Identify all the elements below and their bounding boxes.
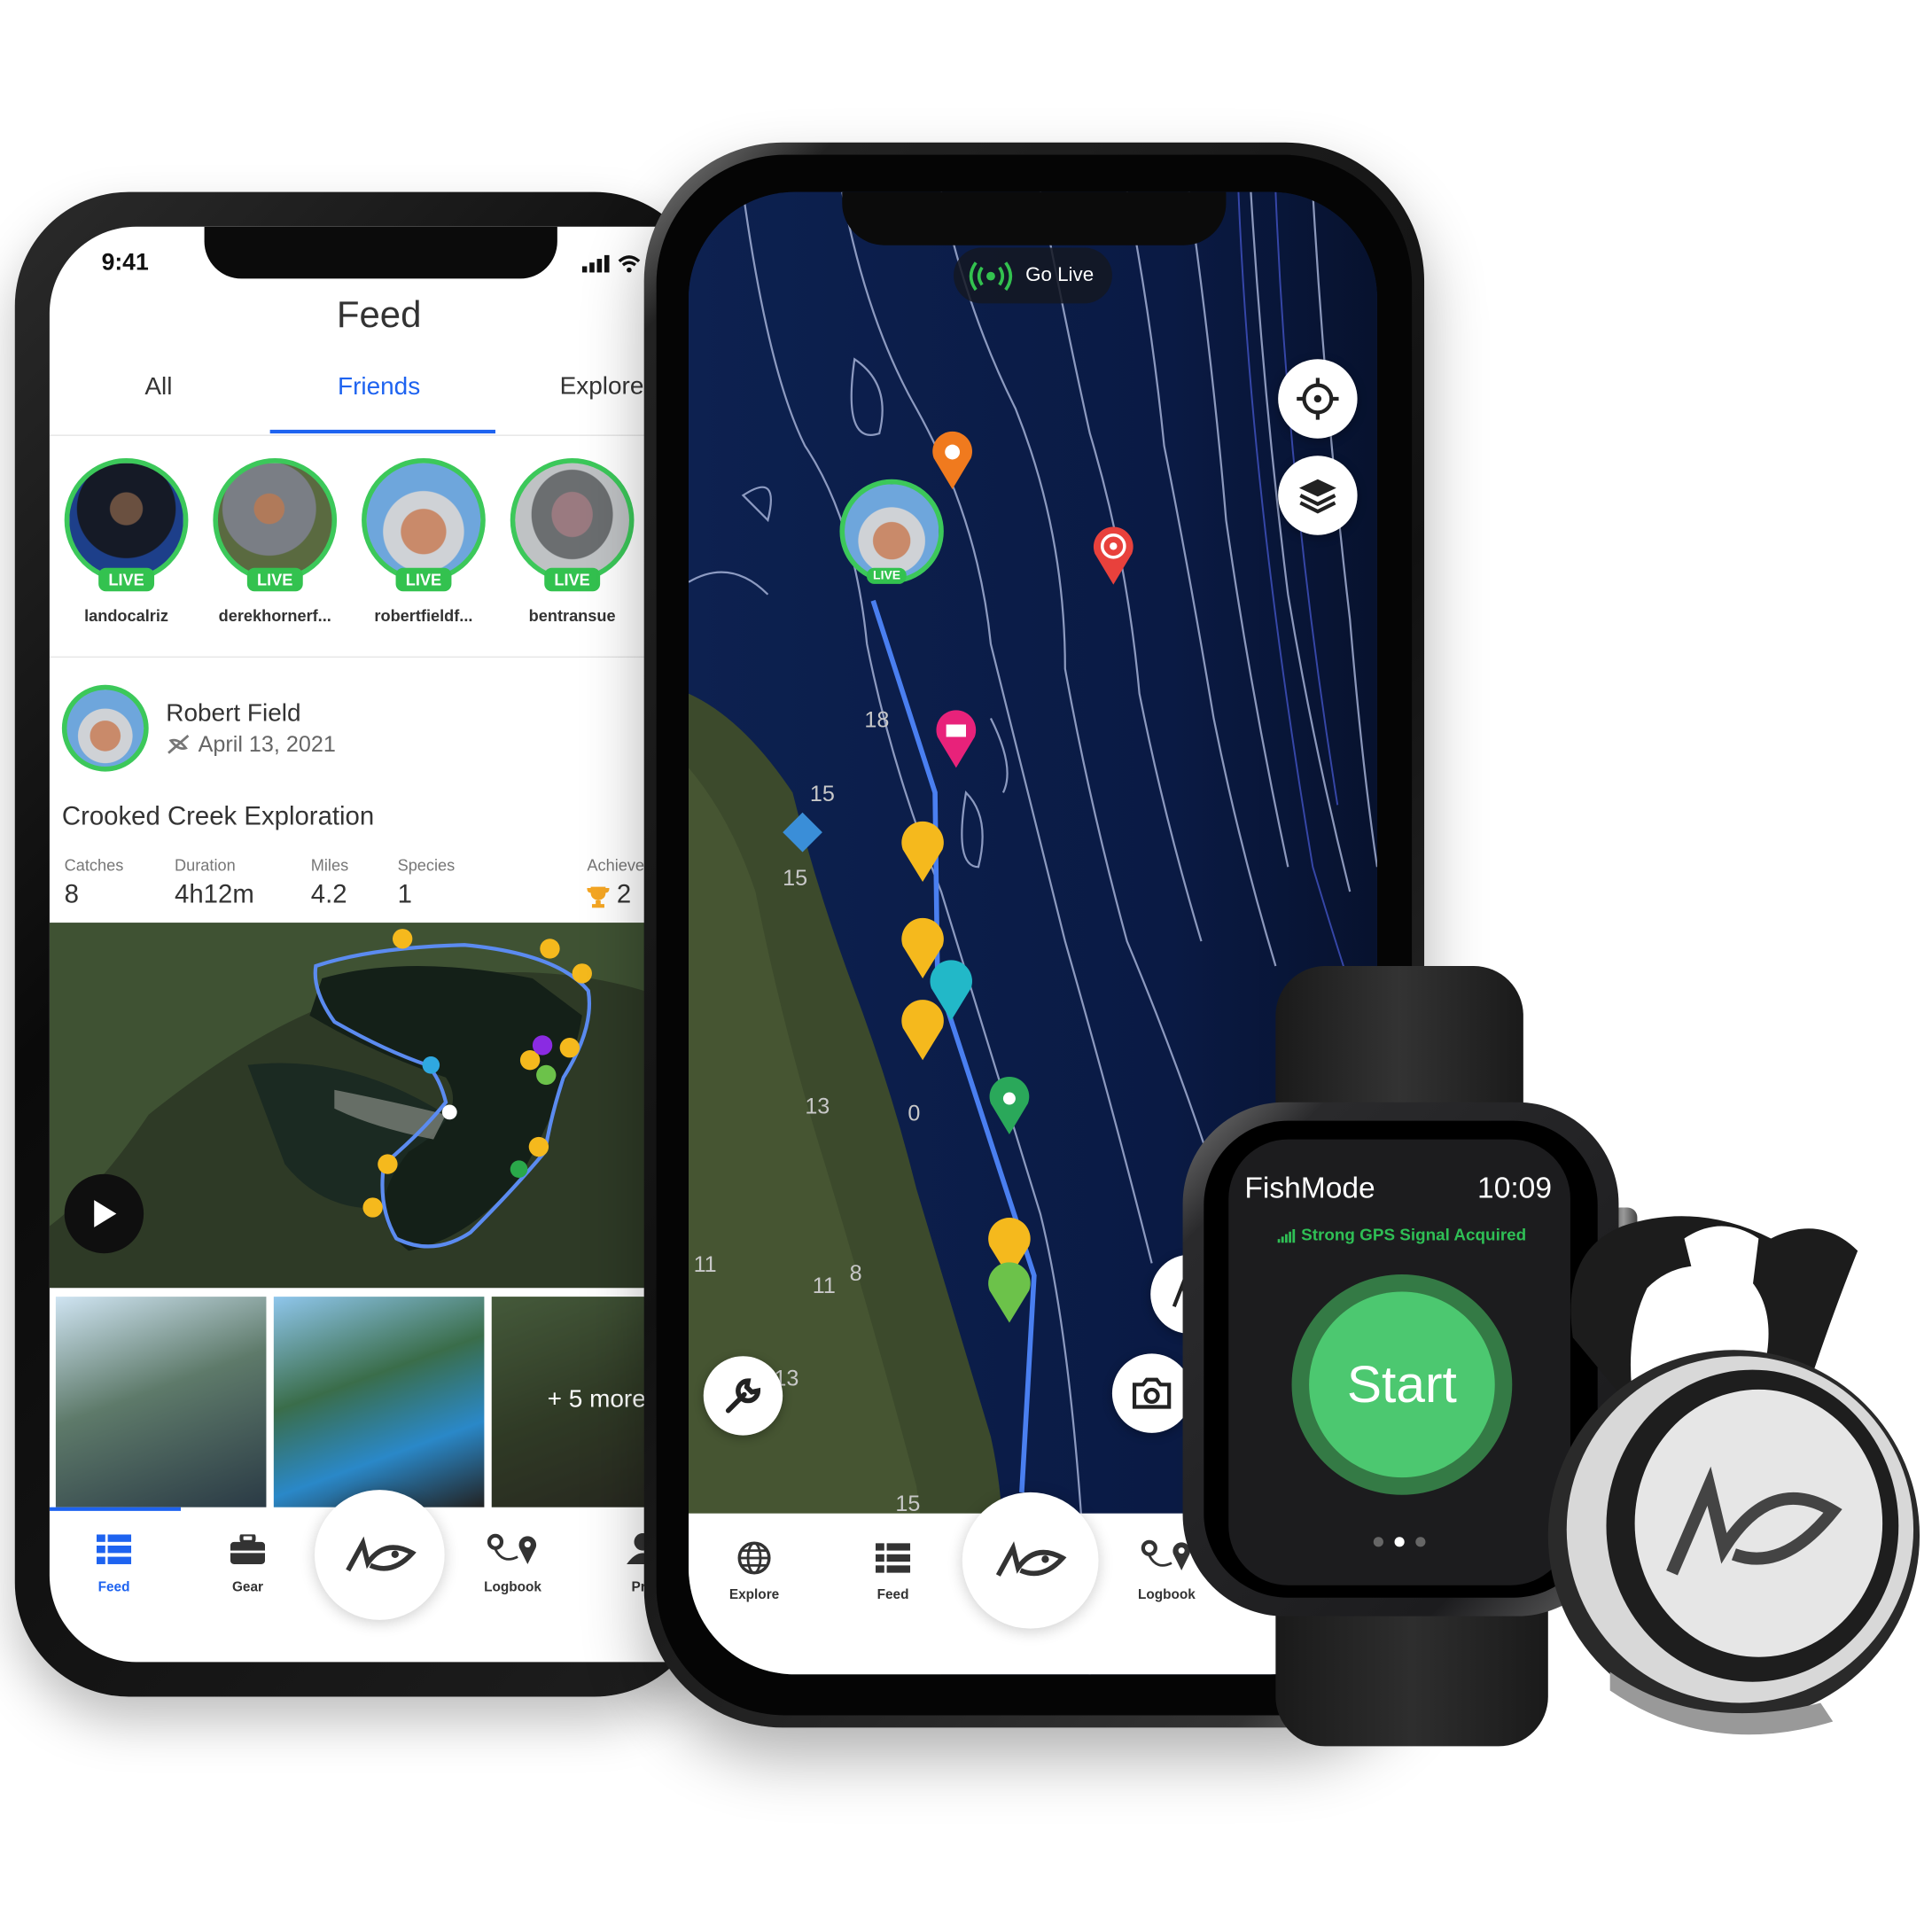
tab-feed[interactable]: Feed (84, 1527, 144, 1601)
page-title: Feed (336, 294, 422, 336)
list-icon (97, 1534, 132, 1564)
stat-value: 2 (616, 880, 632, 909)
trophy-icon (587, 886, 610, 908)
post-author[interactable]: Robert Field (166, 700, 300, 728)
page-dot (1373, 1537, 1383, 1547)
tab-logbook[interactable]: Logbook (480, 1527, 545, 1601)
depth-label: 15 (810, 782, 835, 806)
tracker-puck (1547, 1216, 1920, 1735)
catch-photo[interactable] (55, 1297, 267, 1507)
stat-value: 8 (64, 880, 79, 909)
tab-divider (49, 434, 682, 436)
page-dots (1373, 1537, 1426, 1547)
stat-label: Species (397, 855, 456, 875)
friend-avatar[interactable] (213, 458, 338, 582)
go-live-button[interactable]: Go Live (954, 247, 1112, 304)
author-avatar[interactable] (61, 684, 149, 772)
more-photos-label: + 5 more (547, 1385, 646, 1414)
friend-avatar[interactable] (362, 458, 486, 582)
depth-label: 11 (694, 1252, 717, 1277)
tab-friends[interactable]: Friends (338, 373, 420, 401)
live-badge: LIVE (867, 567, 908, 584)
go-live-label: Go Live (1025, 264, 1095, 286)
live-badge: LIVE (395, 567, 452, 592)
list-icon (875, 1543, 911, 1573)
layers-icon (1298, 479, 1336, 514)
crosshair-icon (1297, 378, 1339, 420)
photo-progress (49, 1507, 182, 1511)
fishmode-logo-icon (995, 1541, 1067, 1577)
catch-photo[interactable] (273, 1297, 485, 1507)
tab-label: Feed (876, 1587, 909, 1603)
friend-avatar[interactable] (64, 458, 189, 582)
watch-screen: FishMode 10:09 Strong GPS Signal Acquire… (1228, 1139, 1570, 1585)
tackle-box-icon (230, 1534, 266, 1564)
tab-label: Feed (97, 1580, 130, 1595)
tab-label: Explore (728, 1587, 780, 1603)
camera-icon (1132, 1377, 1172, 1409)
watch-app-name: FishMode (1244, 1171, 1375, 1205)
wrench-icon (725, 1378, 761, 1414)
globe-icon (737, 1541, 771, 1575)
stat-label: Duration (175, 855, 236, 875)
tab-label: Logbook (1137, 1587, 1196, 1603)
layers-button[interactable] (1278, 456, 1358, 535)
page-dot-active (1394, 1537, 1405, 1547)
friend-username[interactable]: robertfieldf... (374, 606, 472, 625)
gps-status-text: Strong GPS Signal Acquired (1301, 1225, 1527, 1244)
depth-label: 15 (783, 866, 807, 891)
trip-map[interactable] (49, 923, 682, 1289)
status-time: 9:41 (101, 250, 149, 277)
depth-label: 0 (908, 1102, 920, 1126)
fishmode-button[interactable] (962, 1492, 1099, 1629)
start-label: Start (1309, 1291, 1495, 1478)
feed-screen: 9:41 Feed All Friends Explore LIVE lando… (49, 226, 682, 1663)
friend-username[interactable]: landocalriz (84, 606, 168, 625)
stat-label: Catches (64, 855, 124, 875)
locate-button[interactable] (1278, 359, 1358, 439)
broadcast-icon (969, 261, 1013, 291)
tab-feed[interactable]: Feed (858, 1536, 927, 1610)
camera-button[interactable] (1111, 1353, 1192, 1433)
friend-username[interactable]: derekhornerf... (219, 606, 331, 625)
route-pins-icon (487, 1533, 537, 1564)
friend-avatar[interactable] (510, 458, 635, 582)
play-icon (94, 1200, 117, 1227)
stat-value: 4.2 (310, 880, 347, 909)
tab-explore[interactable]: Explore (560, 373, 644, 401)
post-date: April 13, 2021 (198, 731, 336, 757)
depth-label: 13 (805, 1094, 830, 1118)
stat-value: 1 (397, 880, 412, 909)
notch (842, 191, 1227, 245)
tab-explore[interactable]: Explore (720, 1536, 789, 1610)
post-title[interactable]: Crooked Creek Exploration (62, 803, 374, 833)
tab-indicator (269, 429, 495, 434)
tab-label: Logbook (484, 1580, 541, 1595)
tools-button[interactable] (703, 1356, 783, 1436)
tab-label: Gear (231, 1580, 264, 1595)
kayak-icon (167, 735, 190, 754)
play-button[interactable] (64, 1173, 144, 1254)
depth-label: 8 (850, 1261, 862, 1286)
start-button[interactable]: Start (1291, 1274, 1513, 1495)
signal-wifi-icon (581, 254, 641, 273)
stat-value: 4h12m (175, 880, 254, 909)
gps-status: Strong GPS Signal Acquired (1277, 1225, 1527, 1244)
fishmode-button[interactable] (314, 1490, 445, 1620)
live-badge: LIVE (544, 567, 600, 592)
depth-label: 11 (813, 1274, 836, 1298)
tab-all[interactable]: All (144, 373, 172, 401)
fishmode-logo-icon (345, 1535, 417, 1571)
signal-bars-icon (1277, 1228, 1296, 1243)
friend-username[interactable]: bentransue (529, 606, 616, 625)
page-dot (1415, 1537, 1426, 1547)
notch (204, 226, 557, 279)
depth-label: 18 (864, 707, 889, 732)
live-badge: LIVE (98, 567, 154, 592)
tab-gear[interactable]: Gear (218, 1527, 277, 1601)
divider (49, 656, 682, 658)
stat-label: Miles (310, 855, 349, 875)
live-badge: LIVE (246, 567, 303, 592)
route-pins-icon (1141, 1539, 1190, 1570)
